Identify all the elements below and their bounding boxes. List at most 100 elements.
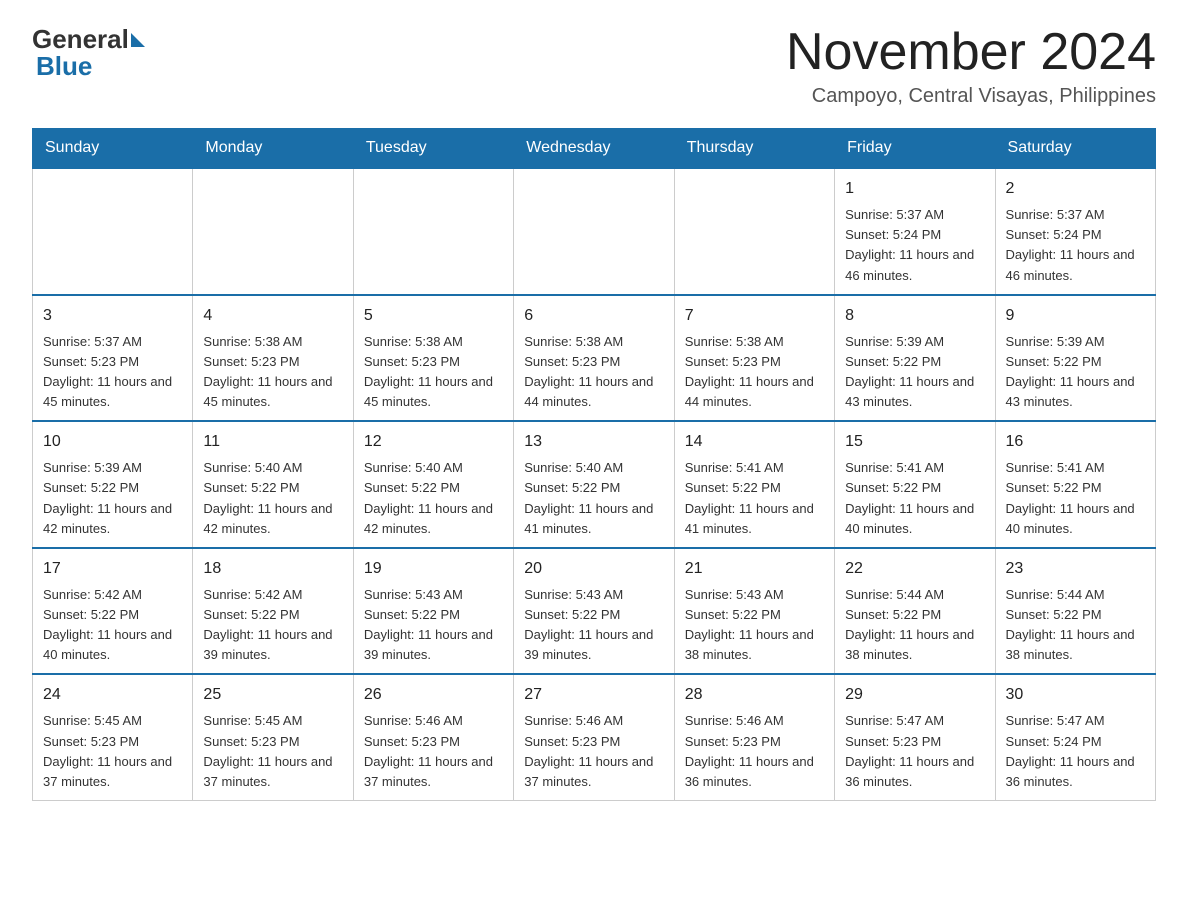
calendar-cell: 4Sunrise: 5:38 AM Sunset: 5:23 PM Daylig…	[193, 295, 353, 422]
day-header-monday: Monday	[193, 129, 353, 169]
day-number: 3	[43, 304, 182, 328]
calendar-cell: 2 Sunrise: 5:37 AM Sunset: 5:24 PM Daylig…	[995, 168, 1155, 295]
sun-info: Sunrise: 5:42 AM Sunset: 5:22 PM Dayligh…	[203, 585, 342, 666]
day-number: 16	[1006, 430, 1145, 454]
location-subtitle: Campoyo, Central Visayas, Philippines	[786, 85, 1156, 108]
day-number: 21	[685, 557, 824, 581]
day-header-thursday: Thursday	[674, 129, 834, 169]
day-number: 24	[43, 683, 182, 707]
day-number: 29	[845, 683, 984, 707]
calendar-cell: 10 Sunrise: 5:39 AM Sunset: 5:22 PM Dayli…	[33, 421, 193, 548]
week-row-4: 17 Sunrise: 5:42 AM Sunset: 5:22 PM Dayli…	[33, 548, 1156, 675]
sun-info: Sunrise: 5:38 AM Sunset: 5:23 PM Dayligh…	[364, 332, 503, 413]
calendar-cell: 22 Sunrise: 5:44 AM Sunset: 5:22 PM Dayli…	[835, 548, 995, 675]
sun-info: Sunrise: 5:39 AM Sunset: 5:22 PM Dayligh…	[845, 332, 984, 413]
calendar-cell: 21 Sunrise: 5:43 AM Sunset: 5:22 PM Dayli…	[674, 548, 834, 675]
calendar-cell: 30Sunrise: 5:47 AM Sunset: 5:24 PM Dayli…	[995, 674, 1155, 800]
calendar-cell: 3Sunrise: 5:37 AM Sunset: 5:23 PM Daylig…	[33, 295, 193, 422]
day-number: 11	[203, 430, 342, 454]
day-number: 20	[524, 557, 663, 581]
sun-info: Sunrise: 5:46 AM Sunset: 5:23 PM Dayligh…	[524, 711, 663, 792]
calendar-cell: 17 Sunrise: 5:42 AM Sunset: 5:22 PM Dayli…	[33, 548, 193, 675]
sun-info: Sunrise: 5:41 AM Sunset: 5:22 PM Dayligh…	[685, 458, 824, 539]
sun-info: Sunrise: 5:39 AM Sunset: 5:22 PM Dayligh…	[43, 458, 182, 539]
day-number: 26	[364, 683, 503, 707]
sun-info: Sunrise: 5:40 AM Sunset: 5:22 PM Dayligh…	[364, 458, 503, 539]
day-number: 14	[685, 430, 824, 454]
day-number: 18	[203, 557, 342, 581]
day-number: 7	[685, 304, 824, 328]
day-number: 2	[1006, 177, 1145, 201]
sun-info: Sunrise: 5:46 AM Sunset: 5:23 PM Dayligh…	[364, 711, 503, 792]
calendar-cell: 24 Sunrise: 5:45 AM Sunset: 5:23 PM Dayli…	[33, 674, 193, 800]
page-header: General Blue November 2024 Campoyo, Cent…	[32, 24, 1156, 108]
logo-general-text: General	[32, 24, 129, 54]
logo-triangle-icon	[131, 33, 145, 47]
calendar-cell: 9 Sunrise: 5:39 AM Sunset: 5:22 PM Daylig…	[995, 295, 1155, 422]
sun-info: Sunrise: 5:40 AM Sunset: 5:22 PM Dayligh…	[203, 458, 342, 539]
calendar-cell: 25 Sunrise: 5:45 AM Sunset: 5:23 PM Dayli…	[193, 674, 353, 800]
sun-info: Sunrise: 5:42 AM Sunset: 5:22 PM Dayligh…	[43, 585, 182, 666]
calendar-cell: 27 Sunrise: 5:46 AM Sunset: 5:23 PM Dayli…	[514, 674, 674, 800]
calendar-cell: 1Sunrise: 5:37 AM Sunset: 5:24 PM Daylig…	[835, 168, 995, 295]
sun-info: Sunrise: 5:38 AM Sunset: 5:23 PM Dayligh…	[203, 332, 342, 413]
sun-info: Sunrise: 5:43 AM Sunset: 5:22 PM Dayligh…	[685, 585, 824, 666]
calendar-cell: 7 Sunrise: 5:38 AM Sunset: 5:23 PM Daylig…	[674, 295, 834, 422]
day-number: 23	[1006, 557, 1145, 581]
day-number: 13	[524, 430, 663, 454]
sun-info: Sunrise: 5:45 AM Sunset: 5:23 PM Dayligh…	[43, 711, 182, 792]
day-number: 30	[1006, 683, 1145, 707]
day-header-tuesday: Tuesday	[353, 129, 513, 169]
calendar-cell: 12 Sunrise: 5:40 AM Sunset: 5:22 PM Dayli…	[353, 421, 513, 548]
calendar-cell: 6Sunrise: 5:38 AM Sunset: 5:23 PM Daylig…	[514, 295, 674, 422]
calendar-cell: 5 Sunrise: 5:38 AM Sunset: 5:23 PM Daylig…	[353, 295, 513, 422]
calendar-cell: 11 Sunrise: 5:40 AM Sunset: 5:22 PM Dayli…	[193, 421, 353, 548]
sun-info: Sunrise: 5:37 AM Sunset: 5:24 PM Dayligh…	[1006, 205, 1145, 286]
week-row-5: 24 Sunrise: 5:45 AM Sunset: 5:23 PM Dayli…	[33, 674, 1156, 800]
day-number: 22	[845, 557, 984, 581]
day-header-friday: Friday	[835, 129, 995, 169]
day-number: 10	[43, 430, 182, 454]
week-row-2: 3Sunrise: 5:37 AM Sunset: 5:23 PM Daylig…	[33, 295, 1156, 422]
sun-info: Sunrise: 5:46 AM Sunset: 5:23 PM Dayligh…	[685, 711, 824, 792]
calendar-cell: 28 Sunrise: 5:46 AM Sunset: 5:23 PM Dayli…	[674, 674, 834, 800]
month-year-title: November 2024	[786, 24, 1156, 81]
sun-info: Sunrise: 5:41 AM Sunset: 5:22 PM Dayligh…	[1006, 458, 1145, 539]
day-number: 17	[43, 557, 182, 581]
sun-info: Sunrise: 5:38 AM Sunset: 5:23 PM Dayligh…	[685, 332, 824, 413]
day-number: 1	[845, 177, 984, 201]
calendar-cell: 8 Sunrise: 5:39 AM Sunset: 5:22 PM Daylig…	[835, 295, 995, 422]
calendar-cell: 23 Sunrise: 5:44 AM Sunset: 5:22 PM Dayli…	[995, 548, 1155, 675]
calendar-cell: 16 Sunrise: 5:41 AM Sunset: 5:22 PM Dayli…	[995, 421, 1155, 548]
day-number: 9	[1006, 304, 1145, 328]
day-number: 12	[364, 430, 503, 454]
calendar-cell	[193, 168, 353, 295]
week-row-1: 1 Sunrise: 5:37 AM Sunset: 5:24 PM Daylig…	[33, 168, 1156, 295]
calendar-cell	[514, 168, 674, 295]
day-number: 28	[685, 683, 824, 707]
sun-info: Sunrise: 5:45 AM Sunset: 5:23 PM Dayligh…	[203, 711, 342, 792]
calendar-cell: 18 Sunrise: 5:42 AM Sunset: 5:22 PM Dayli…	[193, 548, 353, 675]
calendar-cell: 14 Sunrise: 5:41 AM Sunset: 5:22 PM Dayli…	[674, 421, 834, 548]
title-area: November 2024 Campoyo, Central Visayas, …	[786, 24, 1156, 108]
calendar-cell	[674, 168, 834, 295]
day-number: 8	[845, 304, 984, 328]
calendar-table: SundayMondayTuesdayWednesdayThursdayFrid…	[32, 128, 1156, 801]
calendar-cell: 19 Sunrise: 5:43 AM Sunset: 5:22 PM Dayli…	[353, 548, 513, 675]
sun-info: Sunrise: 5:43 AM Sunset: 5:22 PM Dayligh…	[524, 585, 663, 666]
calendar-header-row: SundayMondayTuesdayWednesdayThursdayFrid…	[33, 129, 1156, 169]
sun-info: Sunrise: 5:41 AM Sunset: 5:22 PM Dayligh…	[845, 458, 984, 539]
calendar-cell: 13Sunrise: 5:40 AM Sunset: 5:22 PM Dayli…	[514, 421, 674, 548]
sun-info: Sunrise: 5:43 AM Sunset: 5:22 PM Dayligh…	[364, 585, 503, 666]
calendar-cell: 20 Sunrise: 5:43 AM Sunset: 5:22 PM Dayli…	[514, 548, 674, 675]
day-number: 25	[203, 683, 342, 707]
day-number: 19	[364, 557, 503, 581]
day-number: 27	[524, 683, 663, 707]
sun-info: Sunrise: 5:44 AM Sunset: 5:22 PM Dayligh…	[845, 585, 984, 666]
sun-info: Sunrise: 5:44 AM Sunset: 5:22 PM Dayligh…	[1006, 585, 1145, 666]
logo-blue-text: Blue	[36, 51, 145, 82]
sun-info: Sunrise: 5:39 AM Sunset: 5:22 PM Dayligh…	[1006, 332, 1145, 413]
day-number: 15	[845, 430, 984, 454]
day-header-wednesday: Wednesday	[514, 129, 674, 169]
day-number: 5	[364, 304, 503, 328]
